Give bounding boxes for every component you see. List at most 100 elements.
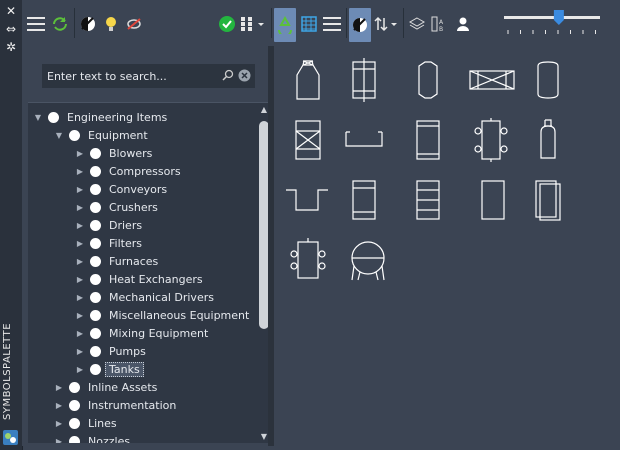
tree-item[interactable]: ▶ Nozzles <box>53 432 130 443</box>
expand-chevron-icon[interactable]: ▶ <box>74 203 86 212</box>
expand-chevron-icon[interactable]: ▶ <box>74 275 86 284</box>
node-dot-icon <box>90 345 101 357</box>
search-input[interactable] <box>45 65 217 87</box>
tree-item-label: Pumps <box>109 344 146 358</box>
node-dot-icon <box>90 201 101 213</box>
symbol-grid <box>274 46 620 446</box>
layers-icon[interactable] <box>408 10 426 38</box>
checkmark-icon[interactable] <box>218 10 236 38</box>
close-icon[interactable]: ✕ <box>3 4 19 18</box>
expand-chevron-icon[interactable]: ▶ <box>53 419 65 428</box>
node-dot-icon <box>69 435 80 443</box>
tree-item-label: Furnaces <box>109 254 159 268</box>
expand-chevron-icon[interactable]: ▶ <box>74 185 86 194</box>
tree-item[interactable]: ▶ Filters <box>74 234 142 252</box>
symbol-dome-tank[interactable] <box>524 56 572 104</box>
symbol-stacked-vessel[interactable] <box>524 176 572 224</box>
hamburger-menu-icon[interactable] <box>26 10 46 38</box>
symbol-horizontal-crossed[interactable] <box>468 56 516 104</box>
expand-chevron-icon[interactable]: ▶ <box>74 239 86 248</box>
svg-text:B: B <box>439 26 443 33</box>
auto-hide-icon[interactable]: ⇔ <box>3 22 19 36</box>
text-style-icon[interactable]: AB <box>430 10 448 38</box>
symbol-open-tray[interactable] <box>340 116 388 164</box>
expand-chevron-icon[interactable]: ▶ <box>53 401 65 410</box>
tree-item[interactable]: ▶ Compressors <box>74 162 181 180</box>
symbol-plain-vessel[interactable] <box>468 176 516 224</box>
tree-item-label: Equipment <box>88 128 148 142</box>
expand-chevron-icon[interactable]: ▶ <box>74 311 86 320</box>
user-icon[interactable] <box>454 10 472 38</box>
settings-icon[interactable]: ✲ <box>3 40 19 54</box>
expand-chevron-icon[interactable]: ▶ <box>74 329 86 338</box>
tree-item[interactable]: ▶ Lines <box>53 414 117 432</box>
contrast-toggle-icon[interactable] <box>78 10 98 38</box>
tree-item[interactable]: ▶ Miscellaneous Equipment <box>74 306 249 324</box>
tree-item[interactable]: ▶ Instrumentation <box>53 396 176 414</box>
expand-chevron-icon[interactable]: ▶ <box>74 365 86 374</box>
symbol-nozzled-vessel[interactable] <box>468 116 516 164</box>
expand-chevron-icon[interactable]: ▶ <box>74 293 86 302</box>
tree-item[interactable]: ▶ Furnaces <box>74 252 158 270</box>
expand-chevron-icon[interactable]: ▶ <box>74 167 86 176</box>
node-dot-icon <box>69 417 80 429</box>
node-dot-icon <box>90 291 101 303</box>
tree-item[interactable]: ▶ Pumps <box>74 342 146 360</box>
side-strip: ✕ ⇔ ✲ SYMBOLSPALETTE <box>0 0 23 450</box>
tree-item-label: Crushers <box>109 200 158 214</box>
expand-chevron-icon[interactable]: ▶ <box>74 149 86 158</box>
expand-chevron-icon[interactable]: ▶ <box>53 437 65 444</box>
tree-item[interactable]: ▶ Mechanical Drivers <box>74 288 214 306</box>
symbol-coned-tank[interactable] <box>404 56 452 104</box>
tree-item[interactable]: ▶ Conveyors <box>74 180 167 198</box>
node-dot-icon <box>90 183 101 195</box>
symbol-nozzled-box[interactable] <box>284 236 332 284</box>
hide-icon[interactable] <box>124 10 144 38</box>
symbol-vertical-vessel[interactable] <box>340 56 388 104</box>
node-dot-icon <box>90 273 101 285</box>
tree-item[interactable]: ▶ Blowers <box>74 144 152 162</box>
search-box <box>42 64 255 88</box>
symbol-sectioned-vessel[interactable] <box>404 176 452 224</box>
node-dot-icon <box>90 147 101 159</box>
tree-item-label: Heat Exchangers <box>109 272 203 286</box>
list-view-icon[interactable] <box>322 10 342 38</box>
tree-item[interactable]: ▶ Tanks <box>74 360 144 378</box>
contrast-toggle-icon[interactable] <box>349 8 371 42</box>
symbol-sphere-tank[interactable] <box>344 236 392 284</box>
tree-item-label: Mechanical Drivers <box>109 290 214 304</box>
symbol-crossed-box[interactable] <box>284 116 332 164</box>
collapse-chevron-icon[interactable]: ▼ <box>53 131 65 140</box>
grid-view-dropdown-icon[interactable] <box>240 10 266 38</box>
expand-chevron-icon[interactable]: ▶ <box>53 383 65 392</box>
tree-item[interactable]: ▶ Inline Assets <box>53 378 157 396</box>
recycle-icon[interactable] <box>274 8 296 42</box>
symbol-bag[interactable] <box>284 56 332 104</box>
tree-item[interactable]: ▼ Equipment <box>53 126 148 144</box>
tree-item[interactable]: ▶ Crushers <box>74 198 158 216</box>
tree-item[interactable]: ▶ Driers <box>74 216 142 234</box>
node-dot-icon <box>90 255 101 267</box>
refresh-icon[interactable] <box>50 10 70 38</box>
symbol-vessel-bands[interactable] <box>340 176 388 224</box>
symbol-drum[interactable] <box>404 116 452 164</box>
tree-panel: ▼Engineering Items▼Equipment▶Blowers▶Com… <box>22 46 271 446</box>
tree-item[interactable]: ▼ Engineering Items <box>32 108 167 126</box>
clear-icon[interactable] <box>238 69 251 85</box>
expand-chevron-icon[interactable]: ▶ <box>74 347 86 356</box>
expand-chevron-icon[interactable]: ▶ <box>74 257 86 266</box>
table-view-icon[interactable] <box>300 10 318 38</box>
toolbar: AB <box>22 0 620 47</box>
symbol-sump[interactable] <box>284 176 332 224</box>
tree-item[interactable]: ▶ Heat Exchangers <box>74 270 203 288</box>
tree-item[interactable]: ▶ Mixing Equipment <box>74 324 208 342</box>
tree-view: ▼ Engineering Items ▼ Equipment ▶ Blowers ▶ Com… <box>28 102 271 443</box>
lightbulb-icon[interactable] <box>102 10 120 38</box>
zoom-slider[interactable] <box>502 8 602 38</box>
collapse-chevron-icon[interactable]: ▼ <box>32 113 44 122</box>
sort-dropdown-icon[interactable] <box>374 10 398 38</box>
expand-chevron-icon[interactable]: ▶ <box>74 221 86 230</box>
search-icon[interactable] <box>222 69 234 84</box>
symbol-gas-bottle[interactable] <box>524 116 572 164</box>
node-dot-icon <box>90 165 101 177</box>
